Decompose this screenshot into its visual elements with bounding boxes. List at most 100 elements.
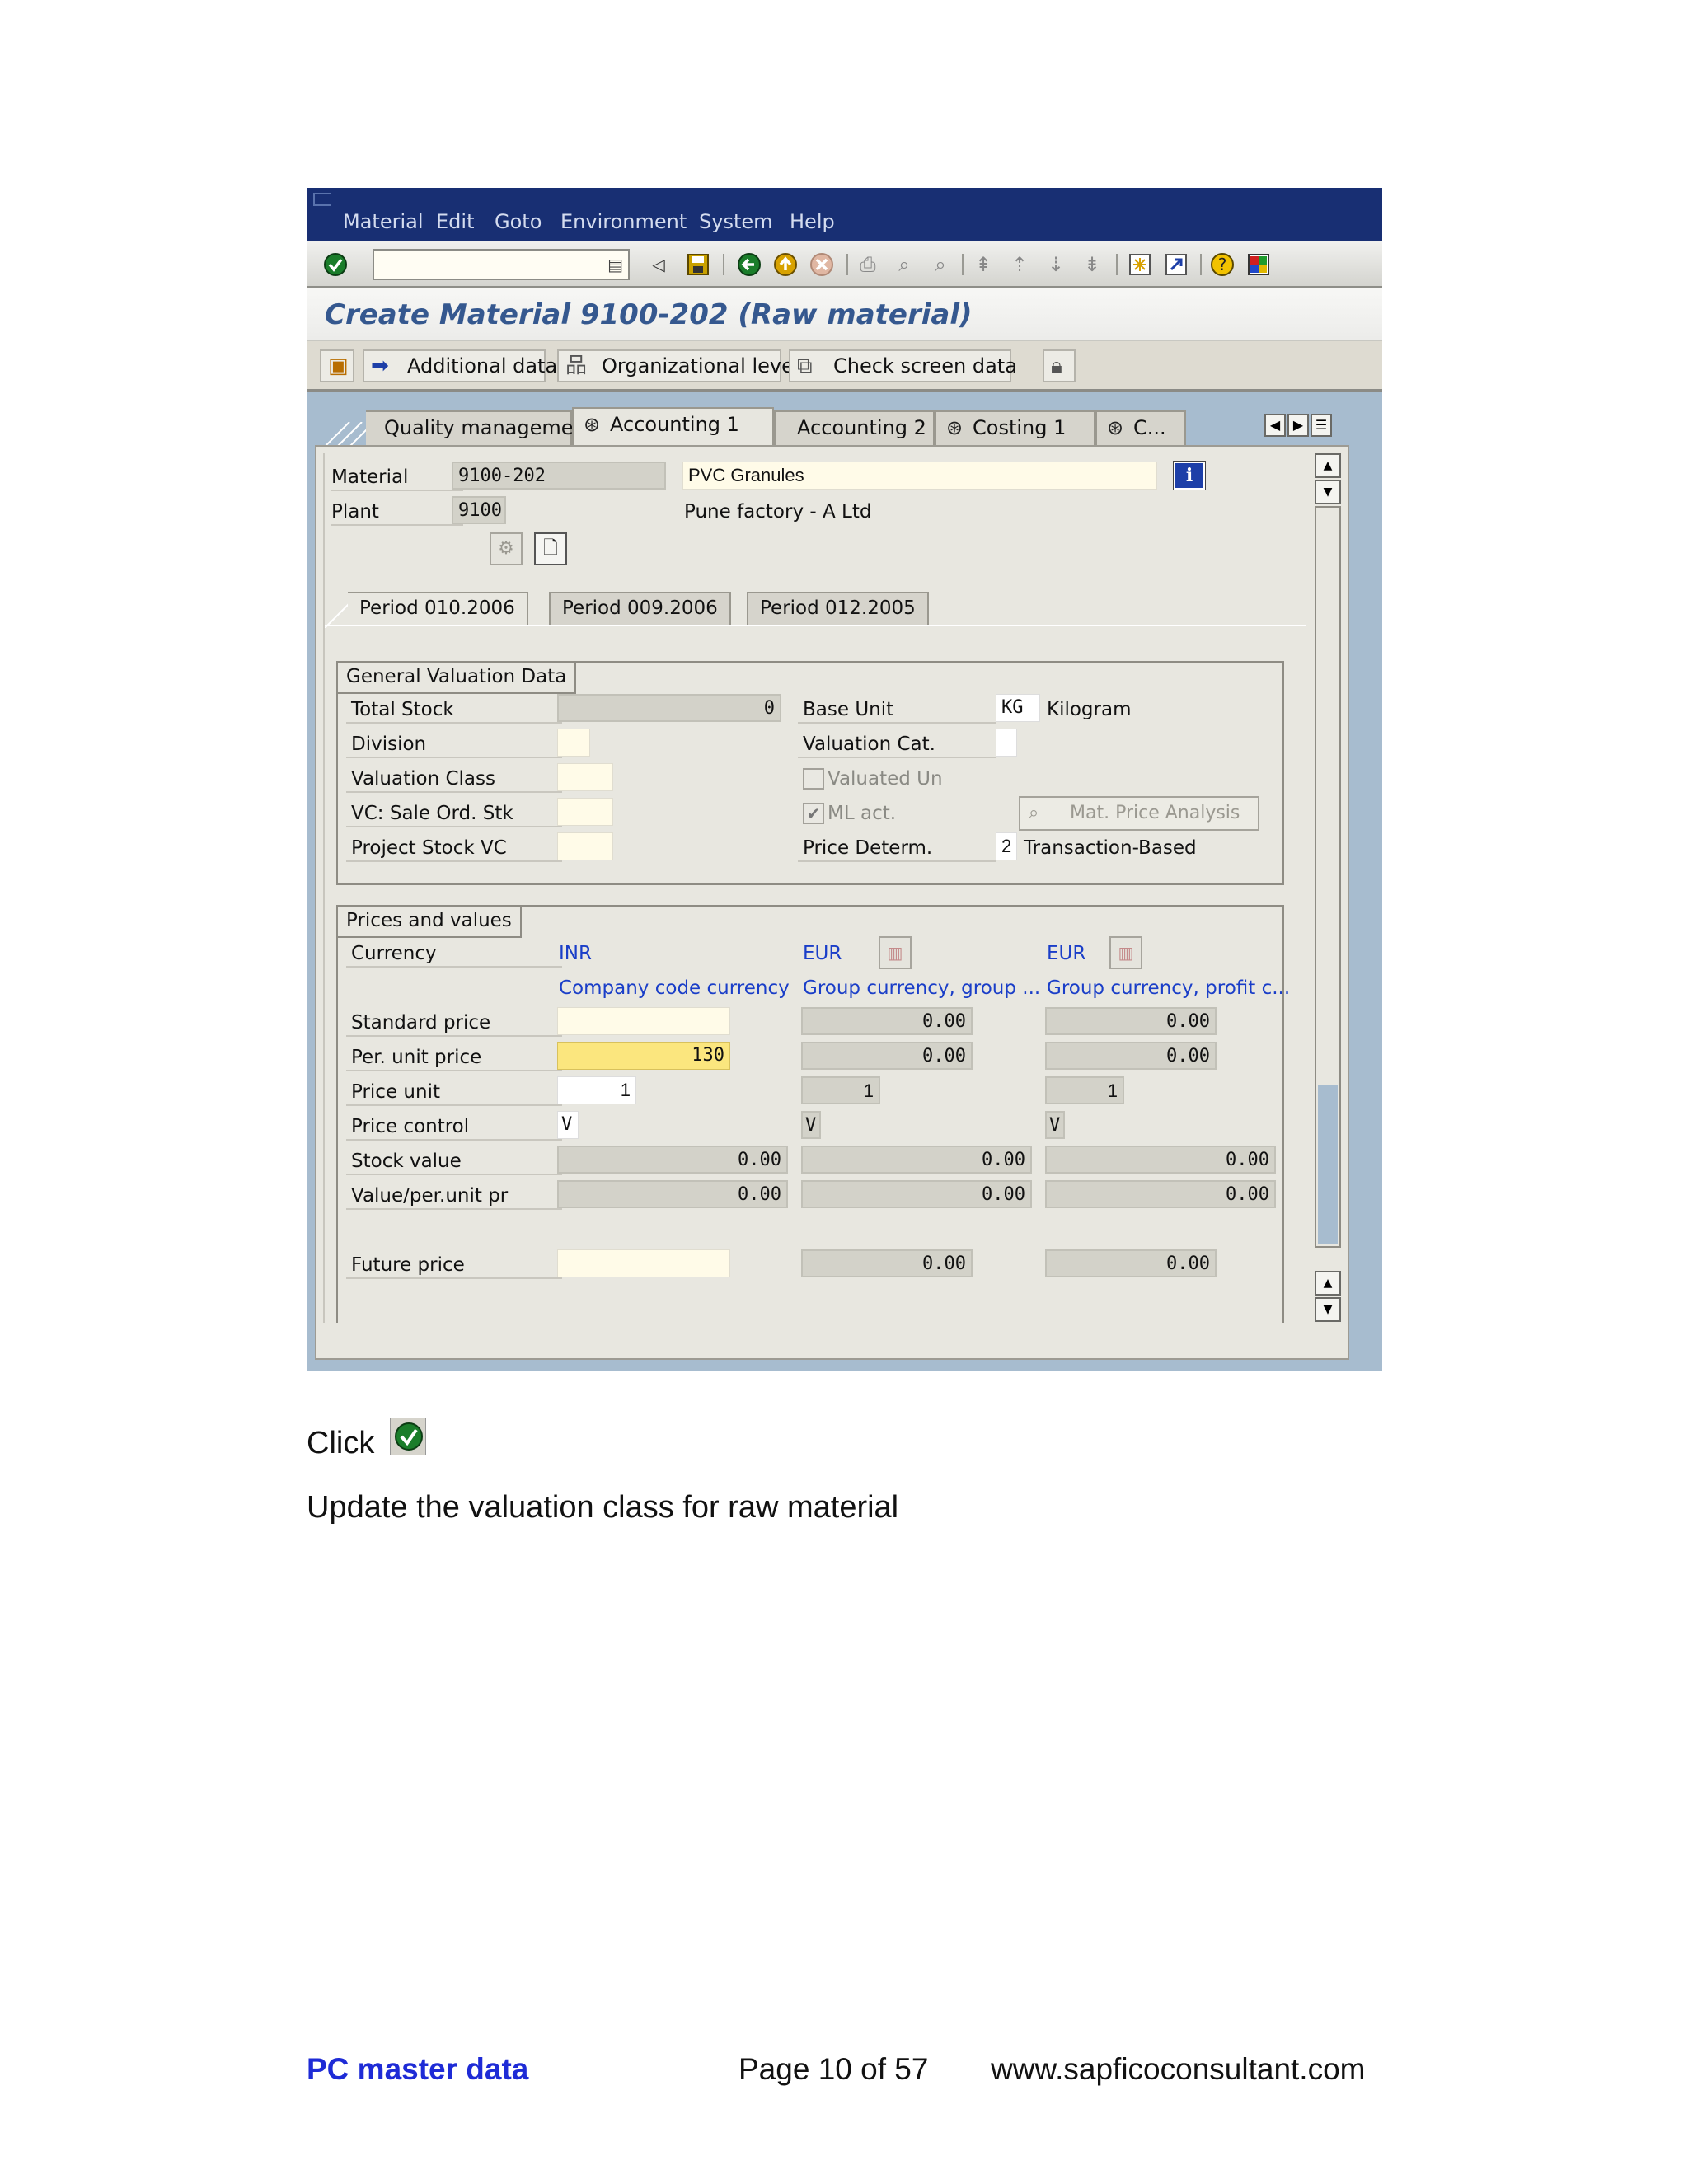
command-history-icon[interactable]: ▤ <box>607 255 623 274</box>
valuation-class-field[interactable] <box>557 763 613 791</box>
tab-quality-management[interactable]: Quality management <box>366 410 593 445</box>
tab-costing-1[interactable]: ⊛ Costing 1 <box>935 410 1095 445</box>
organizational-levels-label: Organizational levels <box>602 354 810 377</box>
command-field[interactable]: ▤ <box>373 249 630 280</box>
sap-window: Material Edit Goto Environment System He… <box>307 188 1382 1371</box>
menu-material[interactable]: Material <box>343 210 424 233</box>
enter-icon[interactable] <box>323 252 348 277</box>
lock-icon: 🔒︎ <box>1051 354 1062 378</box>
info-icon[interactable]: i <box>1173 461 1206 490</box>
future-price-inr[interactable] <box>557 1249 730 1277</box>
tab-scroll-left-icon[interactable]: ◀ <box>1264 414 1286 437</box>
tab-period-009-2006[interactable]: Period 009.2006 <box>549 592 731 625</box>
price-determination-field[interactable]: 2 <box>996 832 1017 860</box>
scroll-page-up-icon[interactable]: ▲ <box>1315 1271 1341 1296</box>
organizational-levels-button[interactable]: 品 Organizational levels <box>557 349 809 382</box>
tab-list-icon[interactable]: ☰ <box>1311 414 1332 437</box>
window-menu-icon[interactable] <box>313 193 331 206</box>
back-icon[interactable] <box>737 252 762 277</box>
division-field[interactable] <box>557 729 590 757</box>
price-determination-label: Price Determ. <box>803 837 933 859</box>
layout-menu-icon[interactable] <box>1246 252 1271 277</box>
select-views-icon: ▣ <box>328 354 349 378</box>
additional-data-button[interactable]: ➡ Additional data <box>363 349 557 382</box>
cancel-icon[interactable] <box>809 252 834 277</box>
standard-price-eur-profit: 0.00 <box>1045 1007 1217 1035</box>
price-unit-inr[interactable]: 1 <box>557 1076 636 1104</box>
tab-accounting-1[interactable]: ⊛ Accounting 1 <box>572 407 774 447</box>
currency-type-profit: Group currency, profit c... <box>1047 977 1291 999</box>
new-session-icon[interactable] <box>1128 252 1152 277</box>
application-toolbar: ▣ ➡ Additional data 品 Organizational lev… <box>307 341 1382 392</box>
find-icon[interactable]: ⌕ <box>892 252 917 277</box>
project-stock-vc-field[interactable] <box>557 832 613 860</box>
price-unit-eur-profit: 1 <box>1045 1076 1124 1104</box>
title-bar: Create Material 9100-202 (Raw material) <box>307 288 1382 341</box>
next-page-icon[interactable]: ⇣ <box>1043 252 1068 277</box>
price-control-eur-group: V <box>801 1111 821 1139</box>
accounting-1-content: Material 9100-202 PVC Granules i Plant 9… <box>323 453 1316 1323</box>
lock-button[interactable]: 🔒︎ <box>1043 349 1076 382</box>
price-control-label: Price control <box>351 1116 470 1137</box>
first-page-icon[interactable]: ⇞ <box>971 252 996 277</box>
value-per-unit-inr: 0.00 <box>557 1180 788 1208</box>
menu-system[interactable]: System <box>699 210 773 233</box>
standard-toolbar: ▤ ◁ ⎙ ⌕ ⌕ ⇞ ⇡ ⇣ ⇟ ? <box>307 241 1382 288</box>
check-screen-data-label: Check screen data <box>833 354 1017 377</box>
exit-icon[interactable] <box>773 252 798 277</box>
print-icon[interactable]: ⎙ <box>856 252 880 277</box>
vertical-scrollbar[interactable] <box>1315 506 1341 1248</box>
scroll-page-down-icon[interactable]: ▼ <box>1315 1297 1341 1322</box>
valuation-category-label: Valuation Cat. <box>803 733 935 755</box>
tab-scroll-right-icon[interactable]: ▶ <box>1287 414 1309 437</box>
menu-edit[interactable]: Edit <box>436 210 474 233</box>
currency-inr: INR <box>559 943 592 964</box>
total-stock-label: Total Stock <box>351 699 454 720</box>
find-next-icon[interactable]: ⌕ <box>928 252 953 277</box>
price-control-inr[interactable]: V <box>557 1111 579 1139</box>
plant-label: Plant <box>331 501 379 523</box>
tab-costing-2-label: C... <box>1133 416 1166 439</box>
tab-costing-2[interactable]: ⊛ C... <box>1095 410 1186 445</box>
select-views-button[interactable]: ▣ <box>320 349 354 382</box>
vc-sales-order-stock-field[interactable] <box>557 798 613 826</box>
document-icon[interactable]: 🗋︎ <box>534 532 567 565</box>
menu-help[interactable]: Help <box>790 210 835 233</box>
price-determination-text: Transaction-Based <box>1024 837 1197 859</box>
help-icon[interactable]: ? <box>1210 252 1235 277</box>
plant-description: Pune factory - A Ltd <box>684 501 872 523</box>
scroll-up-icon[interactable]: ▲ <box>1315 453 1341 478</box>
material-field: 9100-202 <box>452 462 666 490</box>
value-per-unit-label: Value/per.unit pr <box>351 1185 509 1207</box>
last-page-icon[interactable]: ⇟ <box>1080 252 1104 277</box>
instruction-update: Update the valuation class for raw mater… <box>307 1490 899 1525</box>
material-description-field[interactable]: PVC Granules <box>682 462 1157 490</box>
footer-website: www.sapficoconsultant.com <box>991 2052 1366 2086</box>
tab-period-010-2006[interactable]: Period 010.2006 <box>348 592 528 626</box>
scroll-down-icon[interactable]: ▼ <box>1315 480 1341 504</box>
save-icon[interactable] <box>686 252 710 277</box>
menu-environment[interactable]: Environment <box>560 210 687 233</box>
menu-goto[interactable]: Goto <box>495 210 542 233</box>
future-price-eur-group: 0.00 <box>801 1249 973 1277</box>
org-data-icon[interactable]: ⚙ <box>490 532 523 565</box>
future-price-label: Future price <box>351 1254 465 1276</box>
previous-page-icon[interactable]: ⇡ <box>1007 252 1032 277</box>
base-unit-text: Kilogram <box>1047 699 1132 720</box>
tab-accounting-2-label: Accounting 2 <box>797 416 926 439</box>
valuation-class-label: Valuation Class <box>351 768 495 790</box>
back-arrow-icon[interactable]: ◁ <box>646 252 671 277</box>
check-screen-data-button[interactable]: ⧉ Check screen data <box>789 349 1017 382</box>
period-010-2006-label: Period 010.2006 <box>359 598 515 619</box>
total-stock-field: 0 <box>557 694 781 722</box>
period-tab-strip: Period 010.2006 Period 009.2006 Period 0… <box>325 592 1306 628</box>
shortcut-icon[interactable] <box>1164 252 1189 277</box>
valuated-un-label: Valuated Un <box>828 768 943 790</box>
tab-period-012-2005[interactable]: Period 012.2005 <box>747 592 929 625</box>
accounting-1-status-icon: ⊛ <box>584 413 601 436</box>
standard-price-label: Standard price <box>351 1012 491 1033</box>
standard-price-inr[interactable] <box>557 1007 730 1035</box>
tab-accounting-2[interactable]: Accounting 2 <box>774 410 935 445</box>
valuation-category-field[interactable] <box>996 729 1017 757</box>
per-unit-price-inr[interactable]: 130 <box>557 1042 730 1070</box>
